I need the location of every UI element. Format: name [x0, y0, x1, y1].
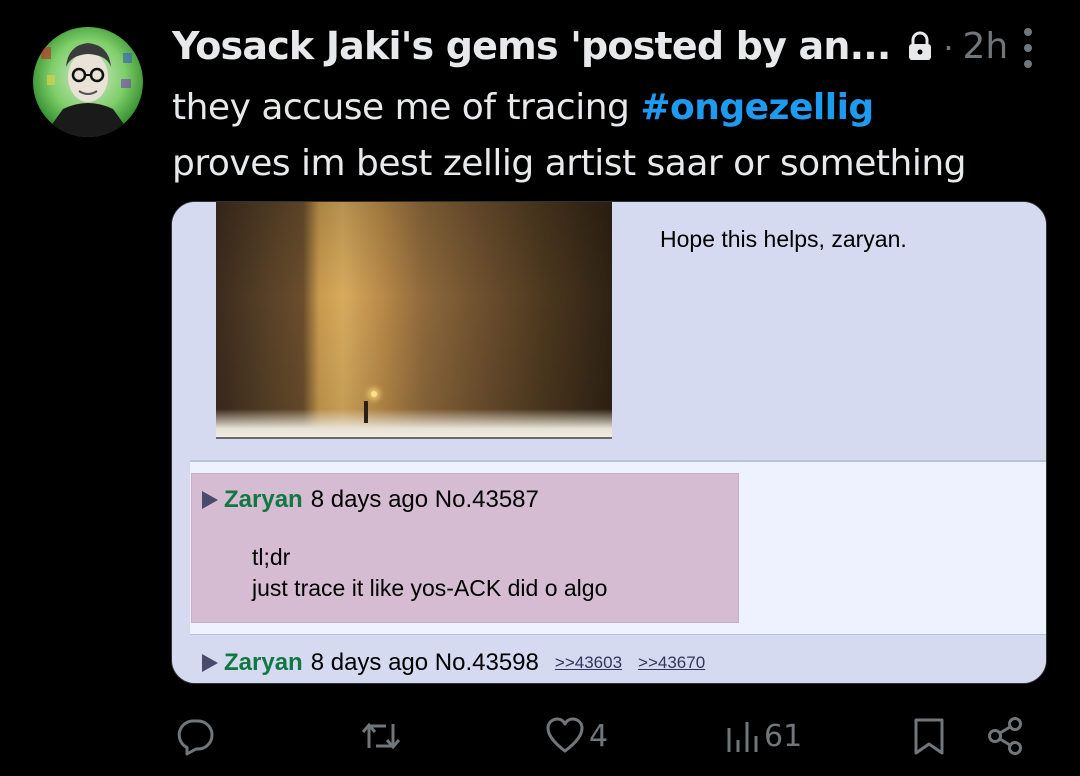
post-body-line: tl;dr [252, 544, 291, 570]
post-body: tl;dr just trace it like yos-ACK did o a… [252, 542, 607, 604]
tweet-header: Yosack Jaki's gems 'posted by an... · 2h [172, 22, 1032, 70]
like-button[interactable]: 4 [545, 706, 608, 766]
avatar-portrait [41, 43, 133, 137]
quote-link: >>43603 [554, 653, 623, 672]
more-icon[interactable] [1020, 28, 1036, 68]
tweet-text-line1: they accuse me of tracing [172, 87, 641, 128]
bookmark-icon [914, 718, 944, 755]
tweet-text: they accuse me of tracing #ongezellig pr… [172, 80, 1042, 192]
share-icon [988, 717, 1022, 755]
post-header: Zaryan 8 days ago No.43598 >>43603 >>436… [202, 649, 705, 677]
time-separator: · [942, 25, 955, 66]
media-image[interactable]: Hope this helps, zaryan. Zaryan 8 days a… [171, 201, 1047, 684]
post-meta: 8 days ago No.43587 [310, 486, 539, 513]
post-header: Zaryan 8 days ago No.43587 [202, 486, 539, 514]
triangle-arrow-icon [202, 491, 218, 509]
quote-link: >>43670 [638, 653, 706, 672]
lock-icon [907, 31, 933, 61]
board-reply: Zaryan 8 days ago No.43598 >>43603 >>436… [190, 634, 1046, 683]
board-post-op: Hope this helps, zaryan. [172, 202, 1046, 462]
poster-name: Zaryan [224, 649, 303, 676]
painting-image [216, 202, 612, 439]
like-icon [546, 717, 584, 753]
post-meta: 8 days ago No.43598 [310, 649, 539, 676]
board-reply-highlighted: Zaryan 8 days ago No.43587 tl;dr just tr… [191, 473, 739, 623]
views-count: 61 [764, 718, 803, 754]
action-bar: 4 61 [0, 706, 1080, 766]
timestamp[interactable]: 2h [963, 26, 1009, 67]
share-button[interactable] [986, 706, 1026, 766]
post-body-line: just trace it like yos-ACK did o algo [252, 575, 608, 601]
bookmark-button[interactable] [912, 706, 946, 766]
tweet-text-line2: proves im best zellig artist saar or som… [172, 143, 967, 184]
post-text: Hope this helps, zaryan. [660, 226, 907, 252]
painting-light [371, 391, 377, 397]
reply-button[interactable] [175, 706, 219, 766]
poster-name: Zaryan [224, 486, 303, 513]
repost-button[interactable] [360, 706, 406, 766]
avatar[interactable] [33, 27, 143, 137]
reply-icon [177, 719, 214, 756]
author-name[interactable]: Yosack Jaki's gems 'posted by an... [172, 24, 891, 68]
views-icon [727, 722, 758, 752]
repost-icon [361, 722, 401, 750]
hashtag-link[interactable]: #ongezellig [640, 87, 874, 128]
like-count: 4 [589, 718, 609, 754]
views-button[interactable]: 61 [726, 706, 802, 766]
painting-figure [364, 401, 368, 423]
triangle-arrow-icon [202, 654, 218, 672]
